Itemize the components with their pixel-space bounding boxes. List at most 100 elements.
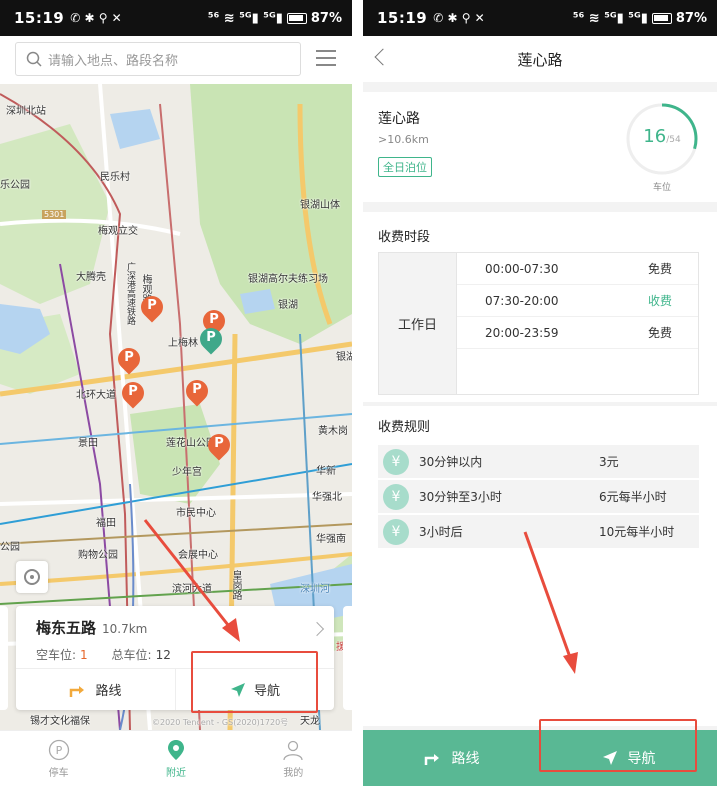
map-label: 深圳河: [300, 584, 330, 595]
fee-schedule-section: 收费时段 工作日 00:00-07:30 免费 07:30-20:00 收费 2…: [363, 212, 717, 402]
highlight-box: [539, 719, 697, 772]
tab-mine[interactable]: 我的: [235, 731, 352, 786]
search-placeholder: 请输入地点、路段名称: [48, 53, 179, 69]
map-label: 市民中心: [176, 508, 216, 519]
parking-name: 梅东五路: [36, 619, 97, 637]
route-button[interactable]: 路线: [363, 730, 540, 786]
tab-nearby[interactable]: 附近: [117, 731, 234, 786]
tab-parking[interactable]: P 停车: [0, 731, 117, 786]
map-label: 景田: [78, 438, 98, 449]
map-label: 公园: [0, 542, 20, 553]
chevron-right-icon[interactable]: [309, 621, 325, 637]
rule-row: ¥ 30分钟以内 3元: [378, 445, 699, 478]
fee-table: 工作日 00:00-07:30 免费 07:30-20:00 收费 20:00-…: [378, 252, 699, 395]
signal-icons: ⁵⁶ ≋ ⁵ᴳ▮ ⁵ᴳ▮: [207, 10, 283, 26]
page-title: 莲心路: [517, 50, 563, 69]
section-title: 收费规则: [378, 420, 431, 435]
parking-distance: 10.7km: [102, 622, 148, 636]
map-label: 天龙: [300, 716, 320, 727]
status-bar: 15:19 ✆ ✱ ⚲ ✕ ⁵⁶ ≋ ⁵ᴳ▮ ⁵ᴳ▮ 87%: [363, 0, 717, 36]
highlight-box: [191, 651, 318, 713]
map-label: 乐公园: [0, 180, 30, 191]
map-label: 滨河大道: [172, 584, 212, 595]
parking-icon: P: [48, 739, 69, 760]
gauge-label: 车位: [652, 183, 671, 193]
fee-row: 07:30-20:00 收费: [457, 285, 698, 317]
map-label: 民乐村: [100, 172, 130, 183]
map-label: 锡才文化福保: [30, 716, 90, 727]
map-label: 华新: [316, 466, 336, 477]
route-label: 路线: [451, 751, 480, 767]
parking-pin-selected[interactable]: P: [195, 323, 227, 356]
yen-icon: ¥: [383, 518, 409, 545]
parking-pin[interactable]: P: [203, 429, 235, 462]
parking-distance: >10.6km: [378, 133, 429, 146]
search-bar: 请输入地点、路段名称: [0, 36, 352, 84]
menu-icon[interactable]: [316, 50, 336, 68]
battery-level: 87%: [310, 10, 342, 26]
status-time: 15:19: [377, 9, 428, 27]
adjacent-card-left[interactable]: [0, 606, 8, 710]
section-title: 收费时段: [378, 230, 431, 245]
map-label: 福田: [96, 518, 116, 529]
route-icon: [424, 754, 439, 765]
total-spaces-label: 总车位:: [111, 648, 152, 662]
my-location-button[interactable]: [16, 561, 48, 593]
search-input[interactable]: 请输入地点、路段名称: [15, 42, 301, 76]
right-screen: 15:19 ✆ ✱ ⚲ ✕ ⁵⁶ ≋ ⁵ᴳ▮ ⁵ᴳ▮ 87% 莲心路 莲心路 >…: [363, 0, 717, 786]
location-pin-icon: [167, 739, 184, 760]
parking-info-section: 莲心路 >10.6km 全日泊位 16/54 车位: [363, 92, 717, 202]
map-label: 银湖: [336, 352, 352, 363]
parking-pin[interactable]: P: [113, 343, 145, 376]
map-label: 皇岗路: [230, 570, 241, 600]
free-spaces-value: 1: [80, 648, 88, 662]
rule-row: ¥ 30分钟至3小时 6元每半小时: [378, 480, 699, 513]
map-label: 银湖山体: [300, 200, 340, 211]
map-label: 黄木岗: [318, 426, 348, 437]
map-label: 上梅林: [168, 338, 198, 349]
total-spaces-value: 12: [155, 648, 171, 662]
status-time: 15:19: [14, 9, 65, 27]
parking-name: 莲心路: [378, 111, 420, 127]
battery-icon: [651, 12, 672, 24]
yen-icon: ¥: [383, 448, 409, 475]
fee-day-label: 工作日: [379, 253, 457, 394]
map-label: 大腾壳: [76, 272, 106, 283]
map-label: 会展中心: [178, 550, 218, 561]
status-bar: 15:19 ✆ ✱ ⚲ ✕ ⁵⁶ ≋ ⁵ᴳ▮ ⁵ᴳ▮ 87%: [0, 0, 352, 36]
status-notification-icons: ✆ ✱ ⚲ ✕: [70, 11, 122, 25]
map-label: 华强北: [312, 492, 342, 503]
map-label: 购物公园: [78, 550, 118, 561]
fee-rules-section: 收费规则 ¥ 30分钟以内 3元 ¥ 30分钟至3小时 6元每半小时 ¥ 3小时…: [363, 406, 717, 726]
tab-label: 附近: [165, 767, 186, 779]
fee-row: 00:00-07:30 免费: [457, 253, 698, 285]
route-button[interactable]: 路线: [16, 669, 175, 710]
map-label: 银湖高尔夫练习场: [248, 274, 328, 285]
parking-type-badge: 全日泊位: [378, 157, 432, 177]
route-label: 路线: [95, 684, 122, 699]
crosshair-icon: [24, 569, 40, 585]
parking-pin[interactable]: P: [136, 291, 168, 324]
parking-pin[interactable]: P: [117, 377, 149, 410]
route-icon: [70, 685, 85, 697]
map-label: 华强南: [316, 534, 346, 545]
left-screen: 15:19 ✆ ✱ ⚲ ✕ ⁵⁶ ≋ ⁵ᴳ▮ ⁵ᴳ▮ 87% 请输入地点、路段名…: [0, 0, 352, 786]
adjacent-card-right[interactable]: [343, 606, 352, 710]
map-copyright: ©2020 Tencent - GS(2020)1720号: [152, 718, 289, 727]
yen-icon: ¥: [383, 483, 409, 510]
map-label: 深圳北站: [6, 106, 46, 117]
svg-text:P: P: [55, 744, 62, 757]
tab-label: 停车: [48, 767, 69, 779]
parking-pin[interactable]: P: [181, 375, 213, 408]
map-label: 银湖: [278, 300, 298, 311]
rule-row: ¥ 3小时后 10元每半小时: [378, 515, 699, 548]
bottom-tab-bar: P 停车 附近 我的: [0, 730, 352, 786]
free-spaces-label: 空车位:: [36, 648, 77, 662]
total-spaces: /54: [666, 135, 681, 145]
search-icon: [26, 51, 42, 67]
back-arrow-icon[interactable]: [374, 48, 392, 66]
map-label: 5301: [42, 210, 67, 219]
page-header: 莲心路: [363, 36, 717, 82]
tab-label: 我的: [283, 767, 304, 779]
fee-row: 20:00-23:59 免费: [457, 317, 698, 349]
